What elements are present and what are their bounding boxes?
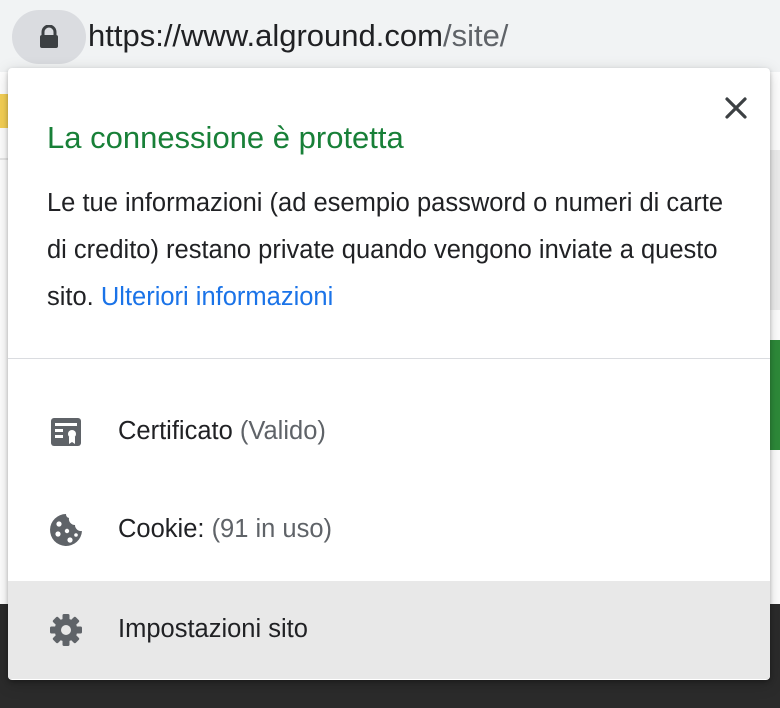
certificate-status: (Valido) — [239, 417, 326, 445]
close-button[interactable] — [722, 94, 750, 122]
certificate-title: Certificato — [118, 417, 233, 445]
lock-icon — [40, 25, 58, 48]
learn-more-link[interactable]: Ulteriori informazioni — [101, 283, 333, 311]
gear-icon — [50, 614, 82, 646]
cookie-icon — [50, 514, 82, 546]
url-field[interactable]: https://www.alground.com/site/ — [88, 14, 508, 58]
certificate-label: Certificato (Valido) — [118, 411, 326, 451]
cookie-row[interactable]: Cookie: (91 in uso) — [8, 481, 770, 579]
url-host: https://www.alground.com — [88, 18, 443, 53]
address-bar: https://www.alground.com/site/ — [0, 0, 780, 72]
browser-window: https://www.alground.com/site/ La connes… — [0, 0, 780, 708]
popup-description: Le tue informazioni (ad esempio password… — [47, 180, 747, 321]
site-info-button[interactable] — [12, 10, 86, 64]
close-icon — [725, 97, 747, 119]
cookie-title: Cookie: — [118, 515, 205, 543]
certificate-icon — [51, 418, 81, 446]
security-popup: La connessione è protetta Le tue informa… — [8, 68, 770, 680]
background-strip — [770, 150, 780, 310]
cookie-label: Cookie: (91 in uso) — [118, 509, 332, 549]
popup-separator — [8, 358, 770, 359]
cookie-count: (91 in uso) — [211, 515, 333, 543]
certificate-row[interactable]: Certificato (Valido) — [8, 383, 770, 481]
site-settings-row[interactable]: Impostazioni sito — [8, 581, 770, 679]
url-path: /site/ — [442, 18, 509, 53]
popup-title: La connessione è protetta — [47, 120, 404, 155]
site-settings-label: Impostazioni sito — [118, 615, 308, 643]
